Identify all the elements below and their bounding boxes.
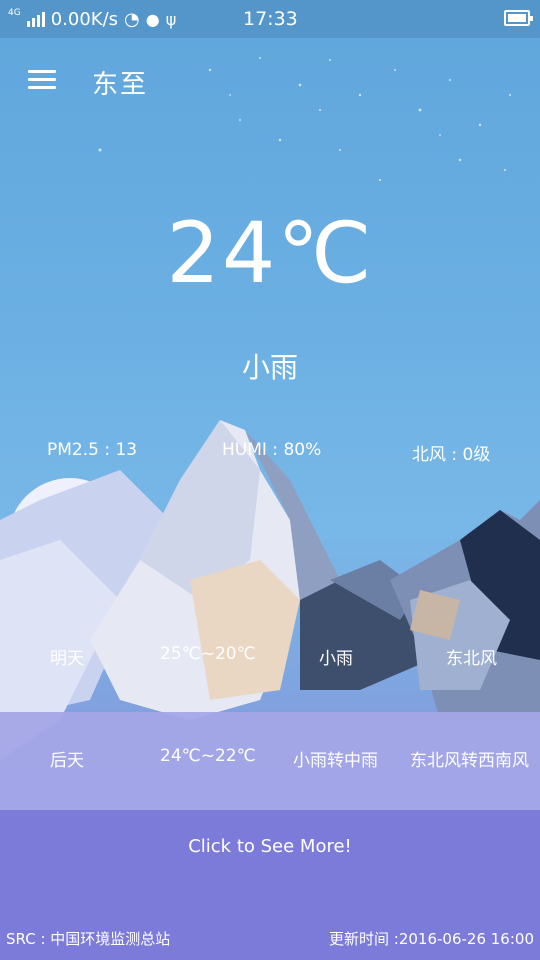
forecast-temp: 24℃~22℃ — [160, 746, 256, 766]
metrics-row: PM2.5 : 13 HUMI : 80% 北风 : 0级 — [0, 440, 540, 465]
city-name: 东至 — [92, 70, 149, 100]
data-source: SRC : 中国环境监测总站 — [6, 930, 171, 948]
current-temperature: 24℃ — [166, 204, 374, 302]
network-badge: 4G — [8, 8, 21, 18]
footer: SRC : 中国环境监测总站 更新时间 :2016-06-26 16:00 — [0, 928, 540, 948]
forecast-weather: 小雨转中雨 — [293, 751, 378, 771]
update-time: 更新时间 :2016-06-26 16:00 — [329, 930, 534, 948]
app-bar: 东至 — [0, 56, 540, 104]
forecast-wind: 东北风转西南风 — [410, 751, 529, 771]
status-time: 17:33 — [243, 8, 298, 30]
forecast-row-day-after: 后天 24℃~22℃ 小雨转中雨 东北风转西南风 — [0, 746, 540, 771]
forecast-wind: 东北风 — [446, 649, 497, 669]
forecast-day: 明天 — [50, 649, 84, 669]
pm25-metric: PM2.5 : 13 — [47, 440, 138, 460]
forecast-weather: 小雨 — [319, 649, 353, 669]
battery-icon — [504, 10, 533, 26]
current-condition: 小雨 — [241, 351, 298, 384]
usb-icon: ψ — [165, 9, 177, 29]
background-mountain-illustration — [0, 57, 540, 960]
menu-icon[interactable] — [28, 70, 56, 90]
wind-metric: 北风 : 0级 — [412, 445, 491, 465]
forecast-row-tomorrow: 明天 25℃~20℃ 小雨 东北风 — [0, 644, 540, 669]
signal-icon — [26, 11, 45, 27]
see-more-link[interactable]: Click to See More! — [0, 836, 540, 857]
network-speed: 0.00K/s — [50, 8, 119, 30]
status-left: 4G 0.00K/s ◔ ● ψ — [8, 8, 177, 30]
forecast-day: 后天 — [50, 751, 84, 771]
forecast-temp: 25℃~20℃ — [160, 644, 256, 664]
wifi-icon: ◔ — [124, 8, 140, 30]
android-icon: ● — [145, 9, 160, 29]
humidity-metric: HUMI : 80% — [222, 440, 322, 460]
status-bar: 4G 0.00K/s ◔ ● ψ 17:33 — [0, 0, 540, 38]
